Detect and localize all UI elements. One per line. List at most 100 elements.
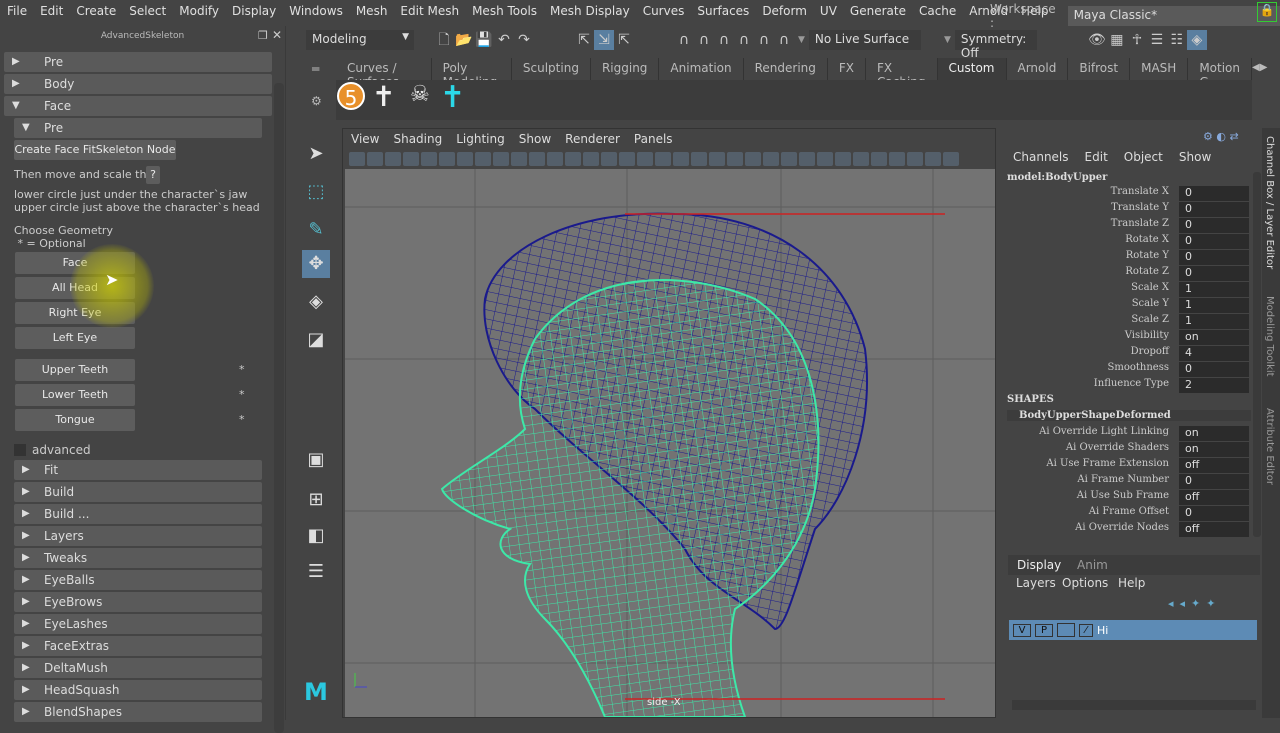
section-deltamush[interactable]: ▶ DeltaMush [14,658,262,678]
channel-value[interactable]: 1 [1179,314,1249,329]
layer-visibility-toggle[interactable]: V [1013,623,1031,637]
layer-color-icon[interactable]: ⁄ [1079,623,1093,637]
channel-value[interactable]: 0 [1179,234,1249,249]
tab-modeling-toolkit[interactable]: Modeling Toolkit [1264,296,1275,377]
section-build[interactable]: ▶ Build ... [14,504,262,524]
viewport-tool-icon[interactable] [907,152,923,166]
viewport-tool-icon[interactable] [493,152,509,166]
menu-uv[interactable]: UV [813,4,843,18]
shelf-tab-arnold[interactable]: Arnold [1006,58,1069,80]
menu-select[interactable]: Select [122,4,172,18]
channel-value[interactable]: 1 [1179,282,1249,297]
tab-anim[interactable]: Anim [1077,558,1108,572]
menu-surfaces[interactable]: Surfaces [690,4,755,18]
float-icon[interactable]: ❐ [258,29,268,42]
wireframe-scene[interactable] [345,169,995,717]
viewport-tool-icon[interactable] [943,152,959,166]
shelf-tab-animation[interactable]: Animation [659,58,744,80]
viewport-tool-icon[interactable] [439,152,455,166]
shelf-tab-curves-surfaces[interactable]: Curves / Surfaces [336,58,432,89]
channel-row-translate-x[interactable]: Translate X 0 [1003,186,1249,202]
layer-playback-toggle[interactable]: P [1035,623,1053,637]
new-scene-icon[interactable]: 🗋 [434,30,454,50]
viewport-tool-icon[interactable] [421,152,437,166]
channel-value[interactable]: 0 [1179,506,1249,521]
rotate-tool-icon[interactable]: ◈ [302,288,330,316]
viewport-menu-panels[interactable]: Panels [634,132,673,146]
menu-options[interactable]: Options [1062,576,1108,590]
channel-value[interactable]: on [1179,426,1249,441]
tab-display[interactable]: Display [1017,558,1061,572]
shelf-tab-rendering[interactable]: Rendering [743,58,828,80]
humanik-icon[interactable]: ☥ [1127,30,1147,50]
channel-value[interactable]: 1 [1179,298,1249,313]
viewport-tool-icon[interactable] [457,152,473,166]
section-headsquash[interactable]: ▶ HeadSquash [14,680,262,700]
channel-value[interactable]: on [1179,330,1249,345]
viewport-menu-view[interactable]: View [351,132,379,146]
snap-live-icon[interactable]: ∩ [774,30,794,50]
channel-value[interactable]: off [1179,458,1249,473]
viewport-canvas[interactable]: side -X [345,169,995,717]
redo-icon[interactable]: ↷ [514,30,534,50]
channel-row-smoothness[interactable]: Smoothness 0 [1003,362,1249,378]
shape-channel-row-ai-frame-number[interactable]: Ai Frame Number 0 [1003,474,1249,490]
viewport-tool-icon[interactable] [601,152,617,166]
channel-value[interactable]: 0 [1179,186,1249,201]
channel-value[interactable]: off [1179,490,1249,505]
workspace-dropdown[interactable]: Maya Classic* [1067,6,1280,26]
menu-mesh[interactable]: Mesh [349,4,394,18]
viewport-tool-icon[interactable] [871,152,887,166]
menu-layers[interactable]: Layers [1016,576,1056,590]
geometry-button-tongue[interactable]: Tongue [15,409,135,431]
menu-edit-mesh[interactable]: Edit Mesh [393,4,465,18]
viewport-tool-icon[interactable] [403,152,419,166]
channel-row-rotate-x[interactable]: Rotate X 0 [1003,234,1249,250]
channel-row-rotate-z[interactable]: Rotate Z 0 [1003,266,1249,282]
shelf-tab-fx[interactable]: FX [827,58,867,80]
body-skeleton-icon[interactable]: ✝ [372,80,395,113]
help-button[interactable]: ? [146,166,160,184]
section-tweaks[interactable]: ▶ Tweaks [14,548,262,568]
single-view-icon[interactable]: ▣ [302,446,330,474]
attribute-editor-icon[interactable]: ☷ [1167,30,1187,50]
section-layers[interactable]: ▶ Layers [14,526,262,546]
select-tool-icon[interactable]: ➤ [302,140,330,168]
shelf-tab-rigging[interactable]: Rigging [590,58,660,80]
channel-value[interactable]: 0 [1179,266,1249,281]
viewport-tool-icon[interactable] [619,152,635,166]
menu-cache[interactable]: Cache [912,4,962,18]
channel-row-translate-z[interactable]: Translate Z 0 [1003,218,1249,234]
menu-file[interactable]: File [0,4,33,18]
layer-move-icons[interactable]: ◂◂✦✦ [1168,597,1221,610]
shape-channel-row-ai-override-shaders[interactable]: Ai Override Shaders on [1003,442,1249,458]
geometry-button-lower-teeth[interactable]: Lower Teeth [15,384,135,406]
section-blendshapes[interactable]: ▶ BlendShapes [14,702,262,722]
menu-modify[interactable]: Modify [172,4,225,18]
menu-create[interactable]: Create [69,4,122,18]
shelf-tab-mash[interactable]: MASH [1130,58,1189,80]
channel-value[interactable]: 0 [1179,362,1249,377]
viewport-tool-icon[interactable] [853,152,869,166]
layer-row[interactable]: V P ⁄ Hi [1009,620,1257,640]
viewport-tool-icon[interactable] [475,152,491,166]
symmetry-dropdown[interactable]: Symmetry: Off [954,30,1037,60]
section-body[interactable]: ▶ Body [4,74,272,94]
open-scene-icon[interactable]: 📂 [454,30,474,50]
viewport-tool-icon[interactable] [745,152,761,166]
undo-icon[interactable]: ↶ [494,30,514,50]
lock-icon[interactable]: 🔒 [1257,2,1277,22]
viewport-tool-icon[interactable] [655,152,671,166]
channel-value[interactable]: 4 [1179,346,1249,361]
scale-tool-icon[interactable]: ◪ [302,326,330,354]
shelf-tab-bifrost[interactable]: Bifrost [1068,58,1131,80]
shelf-menu-icon[interactable]: ═ [312,62,319,76]
geometry-button-right-eye[interactable]: Right Eye [15,302,135,324]
render-view-icon[interactable]: 👁 [1087,30,1107,50]
channel-value[interactable]: 2 [1179,378,1249,393]
select-component-icon[interactable]: ⇱ [614,30,634,50]
viewport-tool-icon[interactable] [511,152,527,166]
shelf-tab-custom[interactable]: Custom [937,58,1007,80]
section-eyeballs[interactable]: ▶ EyeBalls [14,570,262,590]
layer-type-toggle[interactable] [1057,623,1075,637]
